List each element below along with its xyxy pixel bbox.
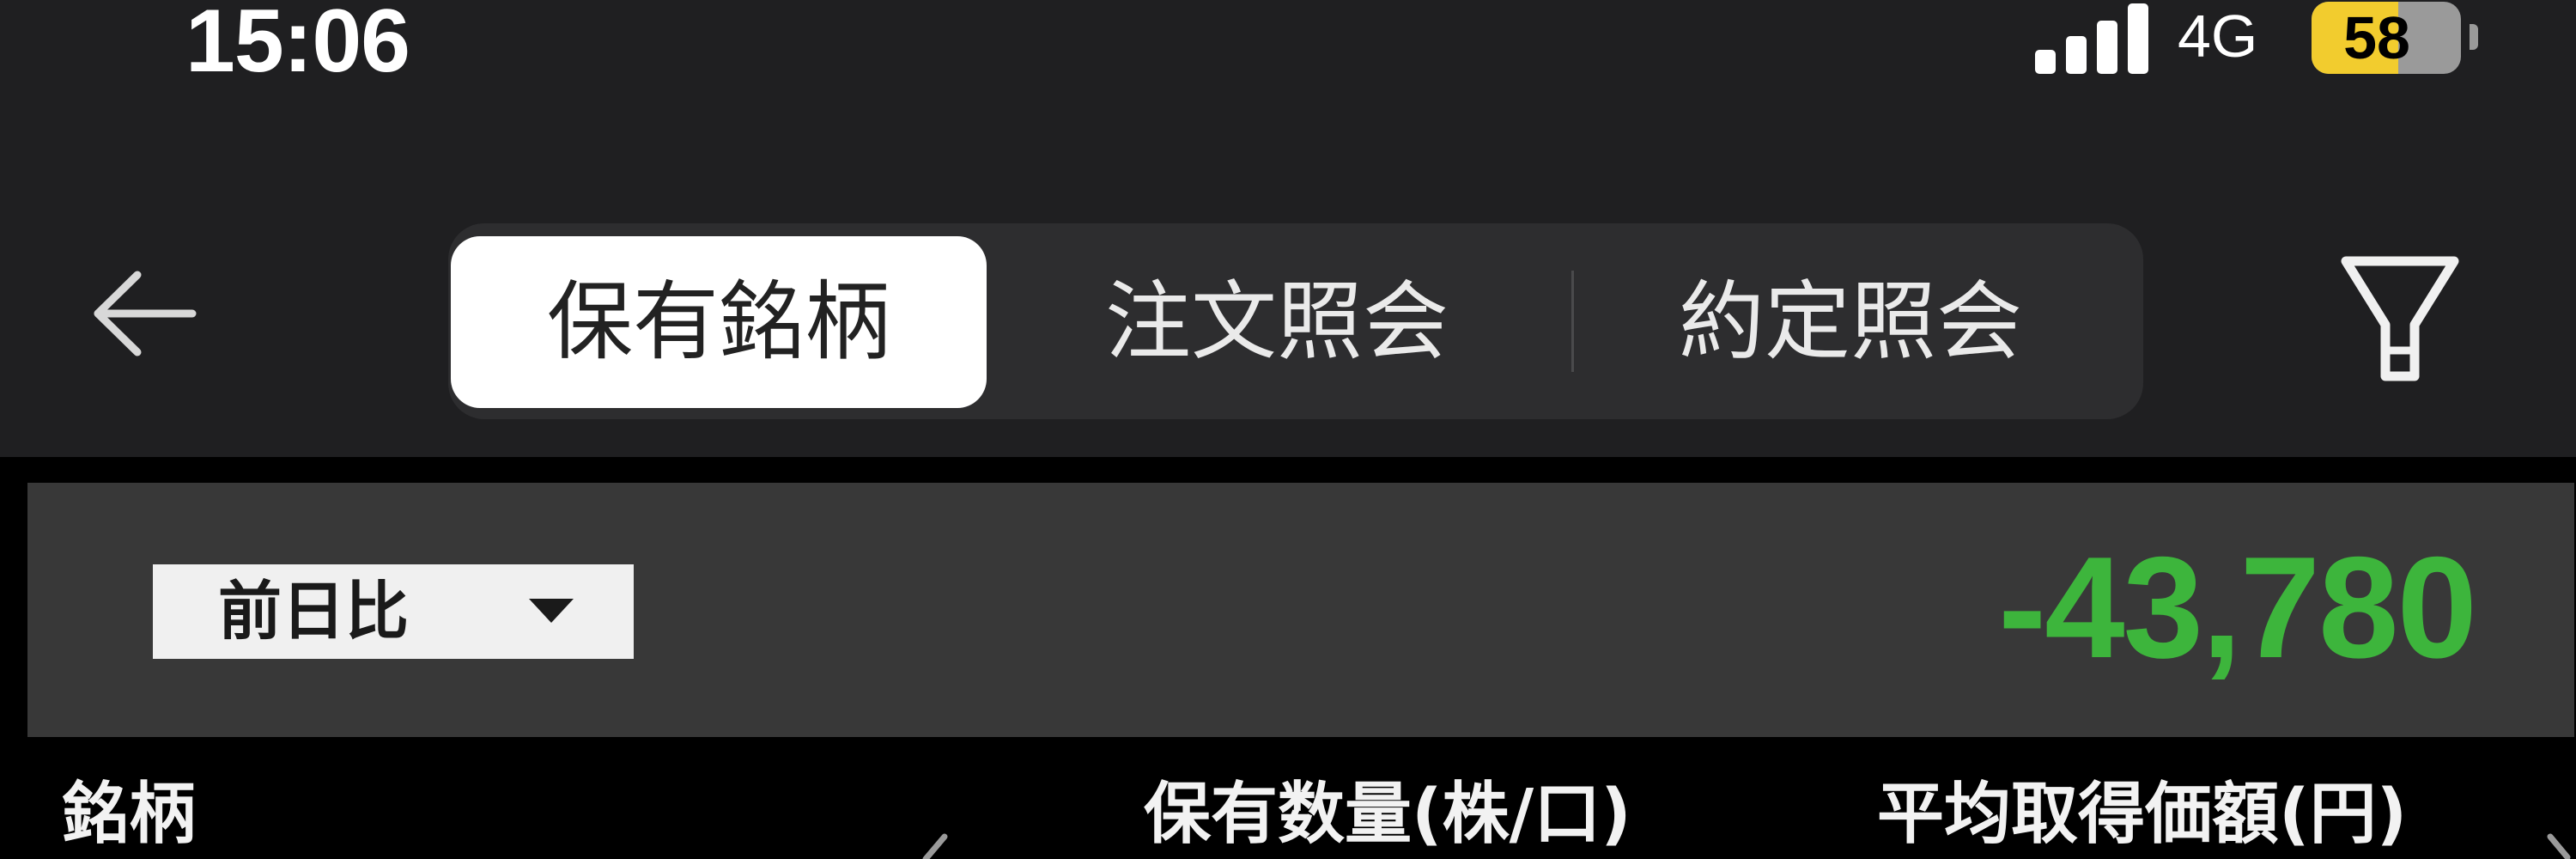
cellular-signal-icon: [2035, 0, 2152, 74]
scroll-left-button[interactable]: [910, 833, 962, 859]
comparison-dropdown[interactable]: 前日比: [153, 564, 634, 659]
tab-divider: [1571, 271, 1574, 372]
network-type: 4G: [2178, 3, 2258, 70]
battery-icon: 58: [2312, 2, 2461, 74]
filter-icon: [2341, 256, 2459, 381]
table-header: 銘柄 保有数量(株/口) 平均取得価額(円): [0, 737, 2576, 859]
column-header-avg-price[interactable]: 平均取得価額(円): [1877, 771, 2407, 857]
header-area: 15:06 4G 58 保有銘柄 注文照会 約定照会: [0, 0, 2576, 457]
view-tabs: 保有銘柄 注文照会 約定照会: [448, 223, 2143, 419]
summary-panel: 前日比 -43,780: [27, 483, 2574, 737]
app-screen: 15:06 4G 58 保有銘柄 注文照会 約定照会 前日比 -43,780 銘…: [0, 0, 2576, 859]
status-time: 15:06: [185, 0, 410, 91]
chevron-left-icon: [922, 833, 948, 859]
tab-order-inquiry[interactable]: 注文照会: [1015, 236, 1539, 408]
battery-nub: [2470, 24, 2478, 50]
caret-down-icon: [529, 599, 574, 623]
day-change-value: -43,780: [1998, 527, 2477, 688]
arrow-left-icon: [94, 271, 197, 356]
tab-execution-inquiry[interactable]: 約定照会: [1589, 236, 2112, 408]
back-button[interactable]: [86, 266, 206, 361]
chevron-right-icon: [2547, 833, 2571, 859]
filter-button[interactable]: [2336, 249, 2464, 395]
scroll-right-button[interactable]: [2542, 832, 2576, 859]
dropdown-label: 前日比: [218, 575, 409, 649]
tab-holdings[interactable]: 保有銘柄: [451, 236, 987, 408]
column-header-name[interactable]: 銘柄: [62, 771, 196, 857]
column-header-quantity[interactable]: 保有数量(株/口): [1144, 771, 1631, 857]
battery-level: 58: [2343, 4, 2410, 71]
